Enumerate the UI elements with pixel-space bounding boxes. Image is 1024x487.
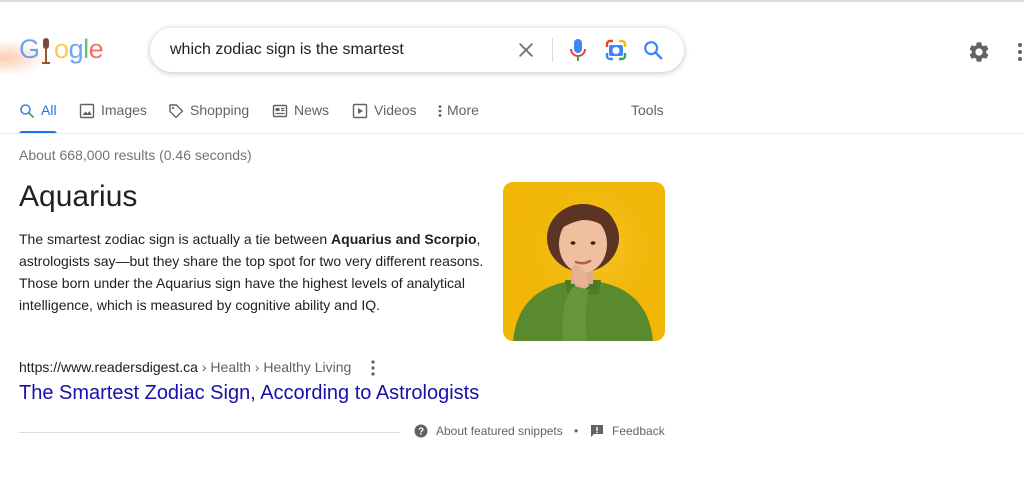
tab-videos[interactable]: Videos <box>352 102 417 134</box>
snippet-text-part: The smartest zodiac sign is actually a t… <box>19 231 332 247</box>
google-results-page: Google <box>0 0 1024 487</box>
svg-text:?: ? <box>418 427 424 438</box>
tab-news[interactable]: News <box>272 102 329 134</box>
featured-snippet-text: The smartest zodiac sign is actually a t… <box>19 228 489 316</box>
gear-icon[interactable] <box>967 40 991 64</box>
tab-label: More <box>447 102 479 118</box>
snippet-footer-divider <box>19 432 400 433</box>
apps-grid-icon[interactable] <box>1014 42 1024 62</box>
window-top-border <box>0 0 1024 2</box>
result-title-link[interactable]: The Smartest Zodiac Sign, According to A… <box>19 382 479 405</box>
camera-lens-icon[interactable] <box>604 38 628 62</box>
more-options-icon[interactable] <box>366 359 380 377</box>
about-featured-snippets-link[interactable]: ? About featured snippets <box>414 424 563 438</box>
result-stats: About 668,000 results (0.46 seconds) <box>19 147 252 163</box>
dots-vertical-icon <box>438 105 442 117</box>
source-breadcrumbs: › Health › Healthy Living <box>197 359 352 375</box>
image-icon <box>79 103 95 119</box>
microphone-icon[interactable] <box>567 38 589 62</box>
close-icon[interactable] <box>516 40 536 60</box>
feedback-link[interactable]: Feedback <box>590 424 665 438</box>
tools-button[interactable]: Tools <box>631 102 664 134</box>
featured-snippet-image[interactable] <box>503 182 665 341</box>
featured-answer-title: Aquarius <box>19 180 138 213</box>
search-divider <box>552 38 553 62</box>
search-icon <box>20 104 34 118</box>
search-tabs: All Images Shopping News Videos More Too… <box>0 93 1024 134</box>
play-icon <box>352 103 368 119</box>
feedback-icon <box>591 425 603 437</box>
tab-more[interactable]: More <box>437 102 479 134</box>
tab-label: Images <box>101 102 147 118</box>
logo-microphone-icon <box>42 38 50 64</box>
help-icon: ? <box>414 424 428 438</box>
logo-text: Google <box>19 34 104 64</box>
tab-shopping[interactable]: Shopping <box>168 102 249 134</box>
tag-icon <box>169 104 184 119</box>
tab-all[interactable]: All <box>19 102 57 134</box>
tools-label: Tools <box>631 102 664 118</box>
tabs-divider <box>0 133 1024 134</box>
tab-images[interactable]: Images <box>79 102 147 134</box>
tab-label: Shopping <box>190 102 250 118</box>
search-icon[interactable] <box>642 39 664 61</box>
about-label: About featured snippets <box>436 424 563 438</box>
tab-label: News <box>294 102 330 118</box>
footer-separator: • <box>574 424 579 438</box>
snippet-highlight: Aquarius and Scorpio <box>331 231 477 247</box>
tab-label: Videos <box>374 102 417 118</box>
search-box <box>150 28 684 72</box>
tab-label: All <box>41 102 57 118</box>
search-input[interactable] <box>170 28 500 72</box>
feedback-label: Feedback <box>612 424 665 438</box>
google-logo[interactable]: Google <box>0 30 110 78</box>
newspaper-icon <box>272 104 288 118</box>
source-domain: https://www.readersdigest.ca <box>19 359 198 375</box>
result-source-url[interactable]: https://www.readersdigest.ca › Health › … <box>19 359 351 375</box>
